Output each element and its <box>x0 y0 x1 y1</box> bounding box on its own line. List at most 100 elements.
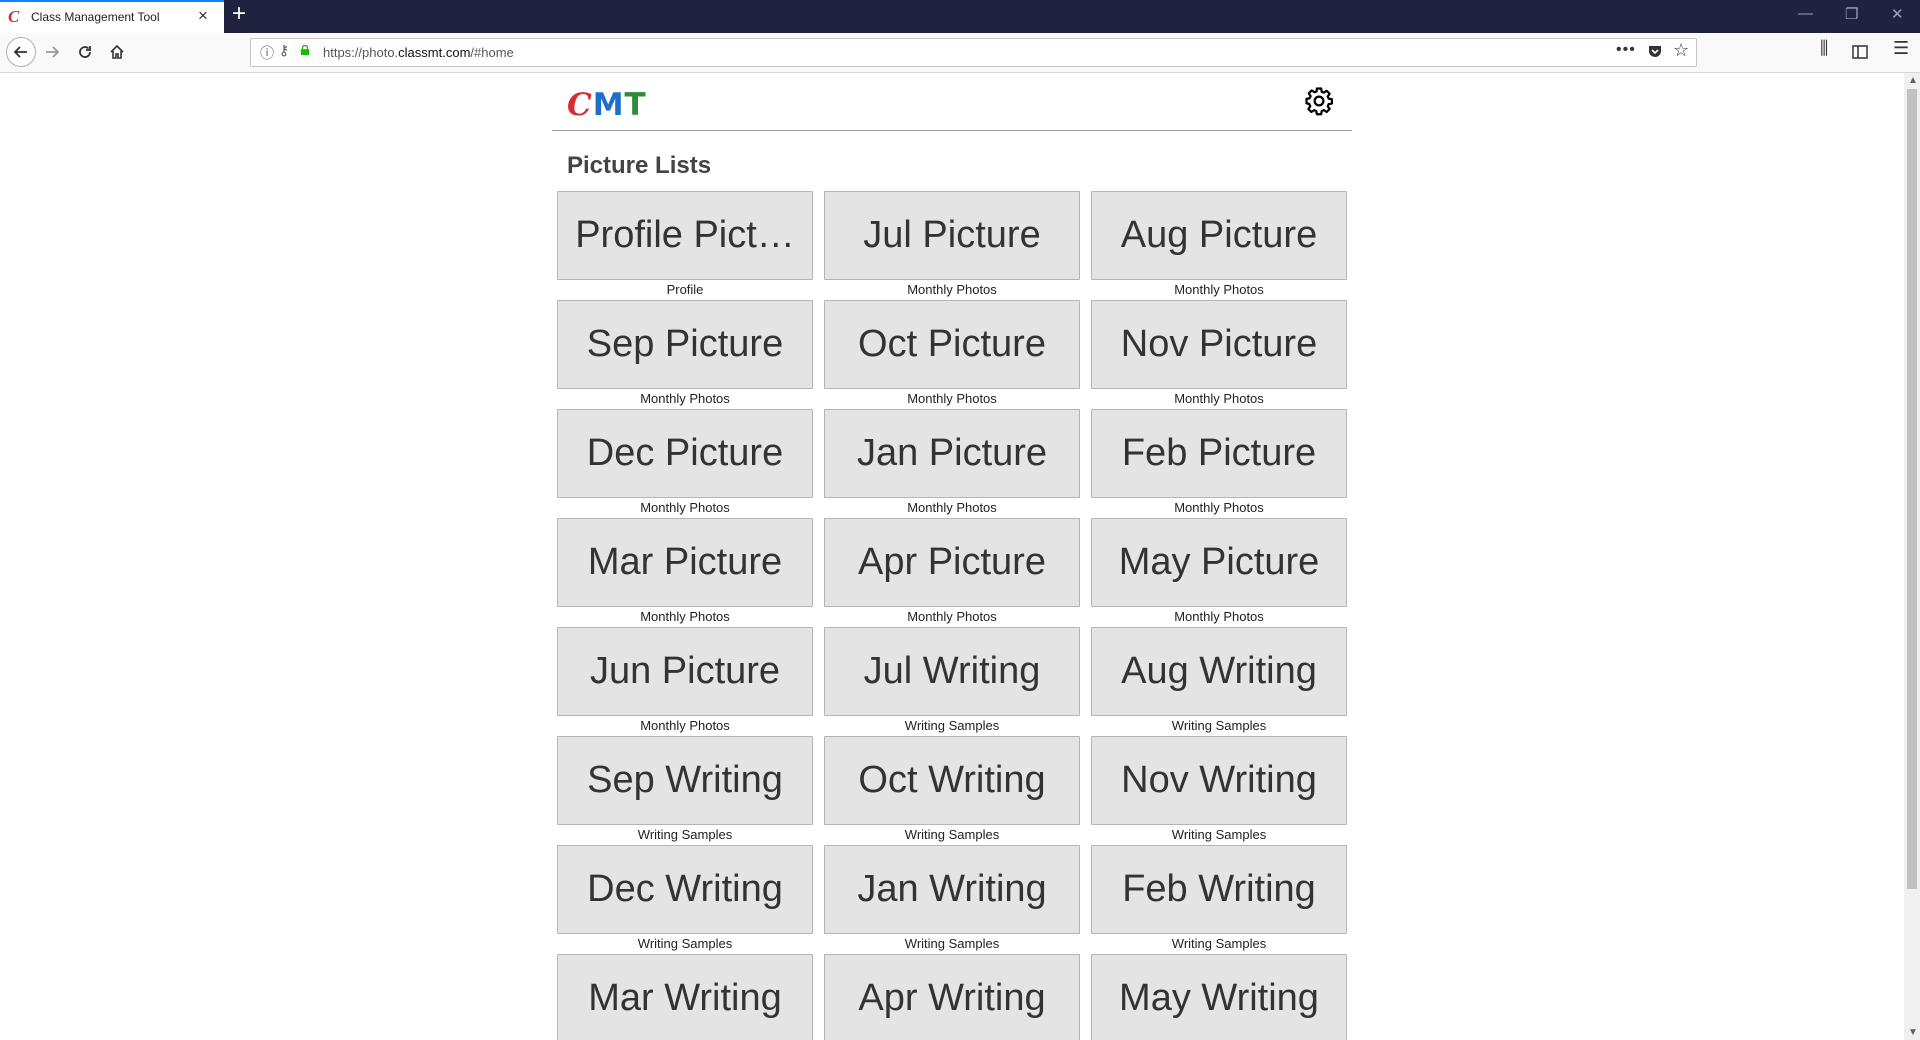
list-card-subtitle: Profile <box>666 282 704 297</box>
list-card-label: Jan Picture <box>856 432 1048 474</box>
page-content: CMT Picture Lists Profile Pict… Profile Ju… <box>0 73 1904 1040</box>
list-card-button[interactable]: Apr Picture <box>824 518 1080 607</box>
home-icon[interactable] <box>103 38 131 66</box>
list-card-button[interactable]: Aug Picture <box>1091 191 1347 280</box>
picture-list-grid: Profile Pict… Profile Jul Picture Monthly P… <box>557 191 1347 1040</box>
url-path: /#home <box>470 45 514 60</box>
tab-bar: C Class Management Tool × + — ❐ ✕ <box>0 0 1920 33</box>
list-card-button[interactable]: Nov Writing <box>1091 736 1347 825</box>
list-card-label: Sep Picture <box>586 323 784 365</box>
info-icon[interactable]: ⓘ <box>260 43 274 63</box>
forward-arrow-icon[interactable] <box>38 38 66 66</box>
close-tab-icon[interactable]: × <box>198 7 208 24</box>
list-card-button[interactable]: Mar Writing <box>557 954 813 1040</box>
list-card-button[interactable]: Feb Picture <box>1091 409 1347 498</box>
list-card-subtitle: Writing Samples <box>1171 827 1267 842</box>
scrollbar-thumb[interactable] <box>1907 89 1917 889</box>
scroll-up-icon[interactable]: ▲ <box>1908 75 1918 86</box>
list-card: Dec Picture Monthly Photos <box>557 409 813 518</box>
list-card-subtitle: Monthly Photos <box>640 391 730 406</box>
list-card-label: Aug Picture <box>1120 214 1318 256</box>
gear-icon[interactable] <box>1304 86 1334 116</box>
browser-tab[interactable]: C Class Management Tool × <box>0 0 224 33</box>
list-card-subtitle: Writing Samples <box>904 936 1000 951</box>
list-card-button[interactable]: Oct Writing <box>824 736 1080 825</box>
logo-letter-c: C <box>567 87 593 123</box>
list-card: Apr Writing <box>824 954 1080 1040</box>
app-header: CMT <box>552 73 1352 131</box>
restore-icon[interactable]: ❐ <box>1845 5 1858 23</box>
list-card: Jun Picture Monthly Photos <box>557 627 813 736</box>
list-card-button[interactable]: Jun Picture <box>557 627 813 716</box>
list-card-button[interactable]: Dec Picture <box>557 409 813 498</box>
list-card-subtitle: Writing Samples <box>904 827 1000 842</box>
pocket-icon[interactable] <box>1647 43 1663 59</box>
list-card-button[interactable]: Sep Writing <box>557 736 813 825</box>
list-card-button[interactable]: Mar Picture <box>557 518 813 607</box>
list-card: Apr Picture Monthly Photos <box>824 518 1080 627</box>
list-card-button[interactable]: Dec Writing <box>557 845 813 934</box>
list-card-subtitle: Monthly Photos <box>907 500 997 515</box>
list-card-subtitle: Writing Samples <box>904 718 1000 733</box>
list-card-button[interactable]: May Picture <box>1091 518 1347 607</box>
list-card-button[interactable]: May Writing <box>1091 954 1347 1040</box>
list-card-button[interactable]: Feb Writing <box>1091 845 1347 934</box>
more-actions-icon[interactable]: ••• <box>1616 41 1636 59</box>
new-tab-icon[interactable]: + <box>232 2 246 26</box>
list-card-button[interactable]: Oct Picture <box>824 300 1080 389</box>
list-card: Feb Picture Monthly Photos <box>1091 409 1347 518</box>
key-icon[interactable]: ⚷ <box>279 42 289 59</box>
list-card: Oct Picture Monthly Photos <box>824 300 1080 409</box>
list-card-label: Apr Picture <box>858 541 1046 583</box>
list-card-button[interactable]: Jan Writing <box>824 845 1080 934</box>
list-card-label: Mar Writing <box>588 977 782 1019</box>
list-card: Sep Writing Writing Samples <box>557 736 813 845</box>
list-card-button[interactable]: Jan Picture <box>824 409 1080 498</box>
list-card-button[interactable]: Sep Picture <box>557 300 813 389</box>
list-card: May Picture Monthly Photos <box>1091 518 1347 627</box>
favicon-icon: C <box>8 7 20 26</box>
list-card-subtitle: Writing Samples <box>1171 718 1267 733</box>
list-card-button[interactable]: Apr Writing <box>824 954 1080 1040</box>
list-card-subtitle: Monthly Photos <box>1174 282 1264 297</box>
logo-letter-m: M <box>592 87 625 123</box>
hamburger-menu-icon[interactable]: ☰ <box>1893 38 1909 59</box>
list-card-label: Dec Picture <box>586 432 784 474</box>
list-card-label: Jul Picture <box>863 214 1041 256</box>
list-card-button[interactable]: Jul Picture <box>824 191 1080 280</box>
list-card-button[interactable]: Jul Writing <box>824 627 1080 716</box>
list-card-label: Sep Writing <box>587 759 783 801</box>
vertical-scrollbar[interactable]: ▲ ▼ <box>1904 73 1920 1040</box>
scroll-down-icon[interactable]: ▼ <box>1908 1027 1918 1038</box>
back-arrow-icon[interactable] <box>6 37 36 67</box>
list-card-subtitle: Writing Samples <box>1171 936 1267 951</box>
list-card-subtitle: Monthly Photos <box>640 609 730 624</box>
list-card-label: Aug Writing <box>1121 650 1317 692</box>
reload-icon[interactable] <box>71 38 99 66</box>
library-icon[interactable]: ⫼ <box>1820 38 1828 59</box>
list-card-label: May Picture <box>1118 541 1320 583</box>
list-card-button[interactable]: Aug Writing <box>1091 627 1347 716</box>
url-bar[interactable]: ⓘ ⚷ https://photo.classmt.com/#home ••• … <box>250 38 1697 67</box>
list-card-label: Feb Writing <box>1122 868 1316 910</box>
list-card-button[interactable]: Nov Picture <box>1091 300 1347 389</box>
list-card-button[interactable]: Profile Pict… <box>557 191 813 280</box>
list-card-subtitle: Monthly Photos <box>640 500 730 515</box>
list-card-label: Mar Picture <box>587 541 783 583</box>
minimize-icon[interactable]: — <box>1798 5 1813 22</box>
bookmark-star-icon[interactable]: ☆ <box>1673 40 1689 61</box>
list-card-label: Nov Picture <box>1120 323 1318 365</box>
window-close-icon[interactable]: ✕ <box>1891 5 1904 23</box>
lock-icon <box>300 45 310 55</box>
list-card-label: Jul Writing <box>863 650 1041 692</box>
list-card: Oct Writing Writing Samples <box>824 736 1080 845</box>
sidebar-icon[interactable] <box>1852 45 1868 59</box>
list-card: Dec Writing Writing Samples <box>557 845 813 954</box>
list-card: Mar Writing <box>557 954 813 1040</box>
app-logo[interactable]: CMT <box>567 87 647 123</box>
list-card-label: Oct Picture <box>858 323 1046 365</box>
list-card: Jan Writing Writing Samples <box>824 845 1080 954</box>
list-card: Nov Picture Monthly Photos <box>1091 300 1347 409</box>
list-card: Feb Writing Writing Samples <box>1091 845 1347 954</box>
url-text[interactable]: https://photo.classmt.com/#home <box>323 45 514 60</box>
